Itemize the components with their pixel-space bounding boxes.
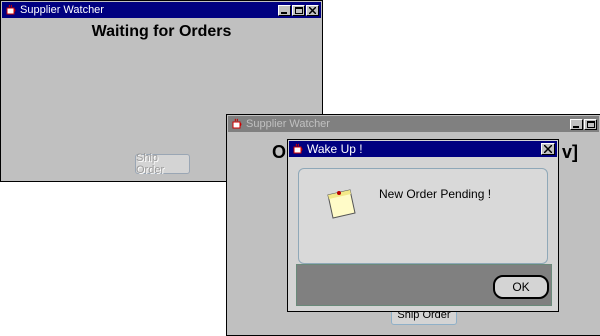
close-button[interactable] <box>306 4 319 16</box>
maximize-button[interactable] <box>292 4 305 16</box>
ship-order-button[interactable]: Ship Order <box>135 152 190 176</box>
status-heading: Waiting for Orders <box>91 23 232 40</box>
dialog-title: Wake Up ! <box>307 142 363 156</box>
window-title: Supplier Watcher <box>20 4 104 16</box>
message-panel: New Order Pending ! <box>298 168 548 264</box>
ok-button[interactable]: OK <box>493 275 549 299</box>
java-cup-icon <box>230 117 244 131</box>
minimize-button[interactable] <box>570 118 583 130</box>
status-heading-left: O <box>272 142 287 162</box>
status-heading-right: v] <box>562 142 579 162</box>
dialog-message: New Order Pending ! <box>379 187 492 201</box>
title-bar[interactable]: Supplier Watcher <box>228 116 599 132</box>
title-bar[interactable]: Supplier Watcher <box>2 2 321 18</box>
java-cup-icon <box>4 3 18 17</box>
dialog-title-bar[interactable]: Wake Up ! <box>289 141 557 157</box>
window-title: Supplier Watcher <box>246 118 330 130</box>
minimize-button[interactable] <box>278 4 291 16</box>
java-cup-icon <box>291 142 305 156</box>
dialog-footer: OK <box>296 264 552 306</box>
note-icon <box>325 187 359 225</box>
close-button[interactable] <box>541 143 555 155</box>
maximize-button[interactable] <box>584 118 597 130</box>
wake-up-dialog: Wake Up ! New Order Pending ! OK <box>287 139 559 312</box>
